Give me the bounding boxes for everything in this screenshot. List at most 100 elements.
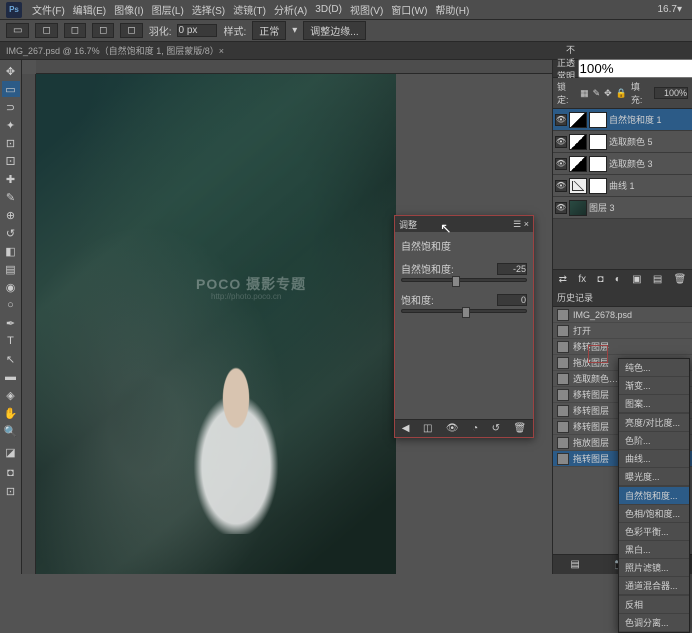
layer-thumb-icon[interactable] — [569, 200, 587, 216]
lock-image-icon[interactable]: ✎ — [593, 88, 601, 99]
visibility-icon[interactable]: 👁 — [555, 180, 567, 192]
chevron-down-icon[interactable]: ▾ — [677, 4, 682, 15]
screenmode-icon[interactable]: ⊡ — [2, 483, 20, 499]
history-brush-icon[interactable]: ↺ — [2, 225, 20, 241]
group-icon[interactable]: ▣ — [632, 274, 641, 285]
context-menu-item[interactable]: 黑白... — [619, 541, 689, 559]
vibrance-slider[interactable] — [401, 278, 527, 282]
context-menu-item[interactable]: 色阶... — [619, 432, 689, 450]
eye-icon[interactable]: 👁 — [446, 423, 459, 434]
zoom-value[interactable]: 16.7 — [658, 4, 677, 15]
menu-select[interactable]: 选择(S) — [188, 2, 229, 17]
layer-thumb-icon[interactable] — [569, 112, 587, 128]
history-row[interactable]: 移转图层 — [553, 339, 692, 355]
menu-3d[interactable]: 3D(D) — [311, 4, 346, 15]
visibility-icon[interactable]: 👁 — [555, 114, 567, 126]
prev-state-icon[interactable]: ◔ — [472, 423, 478, 434]
context-menu-item[interactable]: 反相 — [619, 596, 689, 614]
vibrance-input[interactable] — [497, 263, 527, 275]
horizontal-ruler[interactable] — [36, 60, 552, 74]
lock-position-icon[interactable]: ✥ — [604, 88, 612, 99]
layer-thumb-icon[interactable] — [569, 178, 587, 194]
style-select[interactable]: 正常 — [252, 21, 286, 40]
heal-tool-icon[interactable]: ✚ — [2, 171, 20, 187]
context-menu-item[interactable]: 图案... — [619, 395, 689, 413]
context-menu-item[interactable]: 色彩平衡... — [619, 523, 689, 541]
layer-name[interactable]: 曲线 1 — [609, 179, 690, 192]
saturation-slider[interactable] — [401, 309, 527, 313]
move-tool-icon[interactable]: ✥ — [2, 63, 20, 79]
adjustment-icon[interactable]: ◐ — [615, 274, 621, 285]
layer-mask-icon[interactable] — [589, 134, 607, 150]
context-menu-item[interactable]: 亮度/对比度... — [619, 414, 689, 432]
context-menu-item[interactable]: 曝光度... — [619, 468, 689, 486]
context-menu-item[interactable]: 色相/饱和度... — [619, 505, 689, 523]
selection-sub-icon[interactable]: ◻ — [92, 23, 114, 38]
adjustments-tab[interactable]: 调整 — [399, 218, 417, 231]
history-tab[interactable]: 历史记录 — [557, 291, 593, 304]
lock-all-icon[interactable]: 🔒 — [616, 88, 627, 99]
menu-image[interactable]: 图像(I) — [110, 2, 147, 17]
reset-icon[interactable]: ↺ — [492, 423, 500, 434]
layer-name[interactable]: 选取颜色 3 — [609, 157, 690, 170]
dodge-tool-icon[interactable]: ○ — [2, 297, 20, 313]
saturation-input[interactable] — [497, 294, 527, 306]
layer-mask-icon[interactable] — [589, 178, 607, 194]
context-menu-item[interactable]: 通道混合器... — [619, 577, 689, 595]
layer-name[interactable]: 图层 3 — [589, 201, 690, 214]
brush-tool-icon[interactable]: ✎ — [2, 189, 20, 205]
lasso-tool-icon[interactable]: ⊃ — [2, 99, 20, 115]
menu-view[interactable]: 视图(V) — [346, 2, 387, 17]
context-menu-item[interactable]: 渐变... — [619, 377, 689, 395]
menu-edit[interactable]: 编辑(E) — [69, 2, 110, 17]
layer-thumb-icon[interactable] — [569, 156, 587, 172]
menu-layer[interactable]: 图层(L) — [148, 2, 188, 17]
hand-tool-icon[interactable]: ✋ — [2, 405, 20, 421]
lock-transparency-icon[interactable]: ▦ — [580, 88, 589, 99]
visibility-icon[interactable]: 👁 — [555, 202, 567, 214]
visibility-icon[interactable]: 👁 — [555, 136, 567, 148]
context-menu-item[interactable]: 曲线... — [619, 450, 689, 468]
zoom-tool-icon[interactable]: 🔍 — [2, 423, 20, 439]
eyedropper-tool-icon[interactable]: ⚀ — [2, 153, 20, 169]
gradient-tool-icon[interactable]: ▤ — [2, 261, 20, 277]
marquee-tool-icon[interactable]: ▭ — [6, 23, 29, 38]
crop-tool-icon[interactable]: ⊡ — [2, 135, 20, 151]
trash-icon[interactable]: 🗑 — [674, 274, 687, 285]
fill-input[interactable] — [654, 87, 688, 99]
menu-filter[interactable]: 滤镜(T) — [229, 2, 270, 17]
type-tool-icon[interactable]: T — [2, 333, 20, 349]
menu-analysis[interactable]: 分析(A) — [270, 2, 311, 17]
wand-tool-icon[interactable]: ✦ — [2, 117, 20, 133]
eraser-tool-icon[interactable]: ◧ — [2, 243, 20, 259]
context-menu-item[interactable]: 自然饱和度... — [619, 487, 689, 505]
menu-window[interactable]: 窗口(W) — [387, 2, 431, 17]
fg-bg-colors-icon[interactable]: ◪ — [2, 441, 20, 463]
selection-intersect-icon[interactable]: ◻ — [120, 23, 142, 38]
panel-menu-icon[interactable]: ☰ × — [513, 219, 529, 230]
path-tool-icon[interactable]: ↖ — [2, 351, 20, 367]
blur-tool-icon[interactable]: ◉ — [2, 279, 20, 295]
vertical-ruler[interactable] — [22, 74, 36, 574]
shape-tool-icon[interactable]: ▬ — [2, 369, 20, 385]
context-menu-item[interactable]: 色调分离... — [619, 614, 689, 632]
layer-name[interactable]: 选取颜色 5 — [609, 135, 690, 148]
back-icon[interactable]: ◀ — [402, 423, 410, 434]
history-snapshot[interactable]: IMG_2678.psd — [553, 307, 692, 323]
refine-edge-button[interactable]: 调整边缘... — [303, 21, 365, 40]
selection-add-icon[interactable]: ◻ — [64, 23, 86, 38]
menu-help[interactable]: 帮助(H) — [431, 2, 473, 17]
trash-icon[interactable]: 🗑 — [514, 423, 527, 434]
layer-thumb-icon[interactable] — [569, 134, 587, 150]
history-row[interactable]: 打开 — [553, 323, 692, 339]
3d-tool-icon[interactable]: ◈ — [2, 387, 20, 403]
new-doc-icon[interactable]: ▤ — [570, 559, 579, 570]
layer-row[interactable]: 👁 选取颜色 3 — [553, 153, 692, 175]
layer-mask-icon[interactable] — [589, 156, 607, 172]
document-canvas[interactable]: POCO 摄影专题 http://photo.poco.cn — [36, 74, 396, 574]
quickmask-icon[interactable]: ◘ — [2, 465, 20, 481]
chevron-down-icon[interactable]: ▾ — [292, 25, 297, 36]
stamp-tool-icon[interactable]: ⊕ — [2, 207, 20, 223]
layer-name[interactable]: 自然饱和度 1 — [609, 113, 690, 126]
feather-input[interactable] — [177, 24, 217, 37]
